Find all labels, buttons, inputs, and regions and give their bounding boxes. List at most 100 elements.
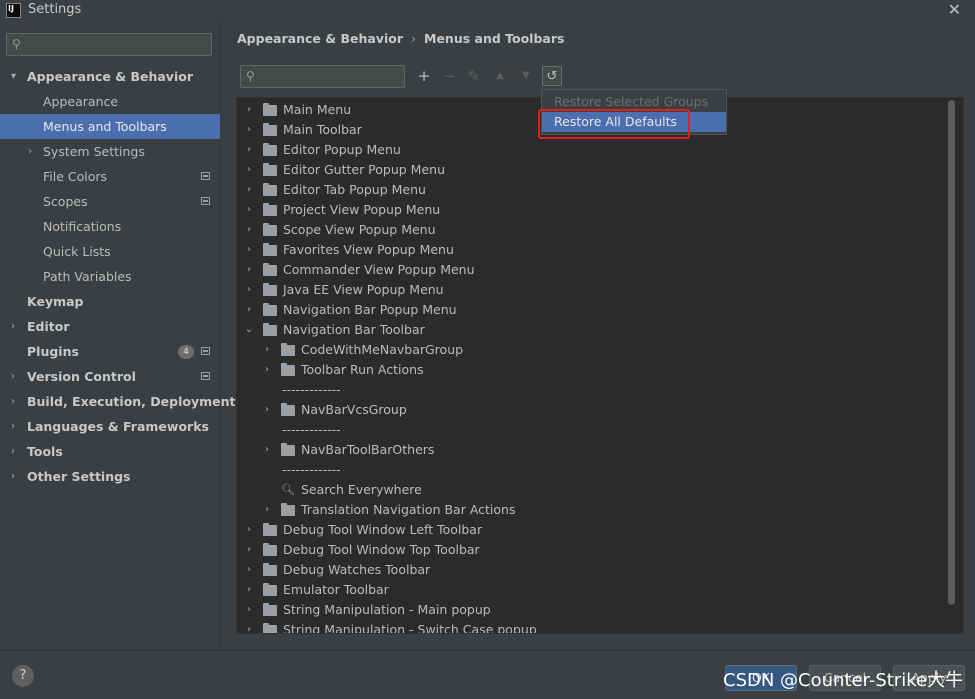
chevron-right-icon[interactable]: › <box>243 300 255 320</box>
tree-row[interactable]: › CodeWithMeNavbarGroup <box>237 340 937 360</box>
tree-row-label: Commander View Popup Menu <box>283 262 475 277</box>
sidebar-item-build-execution-deployment[interactable]: › Build, Execution, Deployment <box>0 389 235 414</box>
tree-row[interactable]: › Emulator Toolbar <box>237 580 937 600</box>
actions-search-input[interactable]: ⚲ <box>240 65 405 88</box>
chevron-right-icon[interactable]: › <box>243 520 255 540</box>
folder-icon <box>263 283 277 296</box>
tree-row[interactable]: › Toolbar Run Actions <box>237 360 937 380</box>
chevron-right-icon[interactable]: › <box>11 439 15 464</box>
sidebar-item-label: File Colors <box>43 169 108 184</box>
chevron-right-icon[interactable]: › <box>243 280 255 300</box>
tree-row-label: Main Toolbar <box>283 122 362 137</box>
chevron-right-icon[interactable]: › <box>243 180 255 200</box>
sidebar-item-path-variables[interactable]: Path Variables <box>0 264 220 289</box>
sidebar-search-input[interactable]: ⚲ <box>6 33 212 56</box>
sidebar-item-other-settings[interactable]: › Other Settings <box>0 464 220 489</box>
folder-icon <box>263 143 277 156</box>
tree-row[interactable]: › String Manipulation - Main popup <box>237 600 937 620</box>
edit-button[interactable]: ✎ <box>464 66 484 86</box>
chevron-right-icon[interactable]: › <box>11 414 15 439</box>
tree-row[interactable]: › Editor Popup Menu <box>237 140 937 160</box>
chevron-right-icon[interactable]: › <box>243 120 255 140</box>
sidebar-item-notifications[interactable]: Notifications <box>0 214 220 239</box>
folder-icon <box>281 403 295 416</box>
close-icon[interactable]: ✕ <box>948 0 961 19</box>
sidebar-item-label: Menus and Toolbars <box>43 119 167 134</box>
tree-row[interactable]: › Debug Watches Toolbar <box>237 560 937 580</box>
sidebar-item-appearance[interactable]: Appearance <box>0 89 220 114</box>
sidebar-item-file-colors[interactable]: File Colors <box>0 164 220 189</box>
sidebar-item-plugins[interactable]: Plugins 4 <box>0 339 220 364</box>
tree-row[interactable]: › Debug Tool Window Top Toolbar <box>237 540 937 560</box>
tree-row[interactable]: › Debug Tool Window Left Toolbar <box>237 520 937 540</box>
tree-scrollbar[interactable] <box>948 100 955 605</box>
chevron-right-icon[interactable]: › <box>28 139 32 164</box>
chevron-right-icon[interactable]: › <box>243 100 255 120</box>
sidebar-item-editor[interactable]: › Editor <box>0 314 220 339</box>
chevron-down-icon[interactable]: ▾ <box>11 64 16 89</box>
tree-row[interactable]: › NavBarVcsGroup <box>237 400 937 420</box>
sidebar-item-scopes[interactable]: Scopes <box>0 189 220 214</box>
chevron-right-icon[interactable]: › <box>243 620 255 633</box>
sidebar-item-system-settings[interactable]: › System Settings <box>0 139 220 164</box>
app-icon <box>6 3 21 18</box>
tree-row[interactable]: › Favorites View Popup Menu <box>237 240 937 260</box>
tree-row[interactable]: ⌄ Navigation Bar Toolbar <box>237 320 937 340</box>
tree-row[interactable]: › Translation Navigation Bar Actions <box>237 500 937 520</box>
tree-row[interactable]: 🔍︎ Search Everywhere <box>237 480 937 500</box>
separator-label: ------------- <box>282 462 341 477</box>
move-up-button[interactable]: ▲ <box>490 66 510 86</box>
sidebar-item-tools[interactable]: › Tools <box>0 439 220 464</box>
tree-row[interactable]: › Scope View Popup Menu <box>237 220 937 240</box>
chevron-right-icon[interactable]: › <box>243 580 255 600</box>
chevron-right-icon[interactable]: › <box>243 600 255 620</box>
remove-button[interactable]: − <box>439 66 459 86</box>
tree-row[interactable]: › Project View Popup Menu <box>237 200 937 220</box>
actions-tree[interactable]: › Main Menu › Main Toolbar › Editor Popup Men… <box>236 97 964 634</box>
chevron-right-icon[interactable]: › <box>243 560 255 580</box>
chevron-right-icon[interactable]: › <box>243 200 255 220</box>
sidebar-item-appearance-behavior[interactable]: ▾ Appearance & Behavior <box>0 64 220 89</box>
chevron-down-icon[interactable]: ⌄ <box>243 320 255 340</box>
window-title: Settings <box>28 2 82 17</box>
chevron-right-icon[interactable]: › <box>11 364 15 389</box>
separator-label: ------------- <box>282 422 341 437</box>
tree-row[interactable]: › NavBarToolBarOthers <box>237 440 937 460</box>
chevron-right-icon[interactable]: › <box>243 160 255 180</box>
sidebar-item-menus-and-toolbars[interactable]: Menus and Toolbars <box>0 114 220 139</box>
sidebar-item-label: Appearance <box>43 94 119 109</box>
tree-row[interactable]: › Commander View Popup Menu <box>237 260 937 280</box>
chevron-right-icon[interactable]: › <box>243 240 255 260</box>
chevron-right-icon[interactable]: › <box>243 260 255 280</box>
chevron-right-icon[interactable]: › <box>243 220 255 240</box>
move-down-button[interactable]: ▼ <box>516 66 536 86</box>
tree-row[interactable]: › Java EE View Popup Menu <box>237 280 937 300</box>
chevron-right-icon[interactable]: › <box>243 540 255 560</box>
tree-row[interactable]: › Navigation Bar Popup Menu <box>237 300 937 320</box>
chevron-right-icon[interactable]: › <box>11 464 15 489</box>
sidebar-item-keymap[interactable]: Keymap <box>0 289 220 314</box>
sidebar-item-languages-frameworks[interactable]: › Languages & Frameworks <box>0 414 220 439</box>
tree-row[interactable]: › Editor Gutter Popup Menu <box>237 160 937 180</box>
chevron-right-icon[interactable]: › <box>261 440 273 460</box>
breadcrumb-parent[interactable]: Appearance & Behavior <box>237 31 403 46</box>
chevron-right-icon[interactable]: › <box>261 500 273 520</box>
folder-icon <box>263 623 277 633</box>
chevron-right-icon[interactable]: › <box>11 389 15 414</box>
help-button[interactable]: ? <box>12 665 34 687</box>
chevron-right-icon[interactable]: › <box>261 360 273 380</box>
chevron-right-icon[interactable]: › <box>243 140 255 160</box>
restore-defaults-button[interactable]: ↺ <box>542 66 562 86</box>
search-icon: ⚲ <box>246 69 255 83</box>
chevron-right-icon[interactable]: › <box>11 314 15 339</box>
sidebar-item-version-control[interactable]: › Version Control <box>0 364 220 389</box>
chevron-right-icon[interactable]: › <box>261 400 273 420</box>
folder-icon <box>263 303 277 316</box>
sidebar-item-quick-lists[interactable]: Quick Lists <box>0 239 220 264</box>
tree-row[interactable]: › String Manipulation - Switch Case popup <box>237 620 937 633</box>
add-button[interactable]: + <box>414 66 434 86</box>
sidebar-item-label: Plugins <box>27 344 79 359</box>
chevron-right-icon[interactable]: › <box>261 340 273 360</box>
search-icon: ⚲ <box>12 37 21 51</box>
tree-row[interactable]: › Editor Tab Popup Menu <box>237 180 937 200</box>
